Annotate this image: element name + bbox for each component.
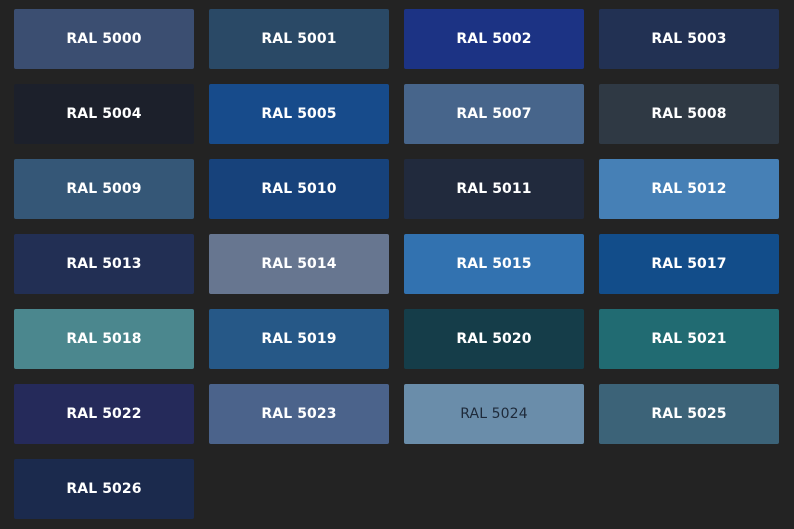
swatch-label: RAL 5019 <box>261 331 337 347</box>
color-swatch[interactable]: RAL 5015 <box>404 234 584 294</box>
swatch-label: RAL 5018 <box>66 331 142 347</box>
color-swatch[interactable]: RAL 5017 <box>599 234 779 294</box>
swatch-label: RAL 5020 <box>456 331 532 347</box>
swatch-label: RAL 5024 <box>460 406 528 422</box>
color-swatch[interactable]: RAL 5001 <box>209 9 389 69</box>
swatch-label: RAL 5013 <box>66 256 142 272</box>
swatch-label: RAL 5017 <box>651 256 727 272</box>
color-swatch[interactable]: RAL 5012 <box>599 159 779 219</box>
swatch-label: RAL 5012 <box>651 181 727 197</box>
swatch-label: RAL 5000 <box>66 31 142 47</box>
swatch-label: RAL 5015 <box>456 256 532 272</box>
color-swatch[interactable]: RAL 5002 <box>404 9 584 69</box>
swatch-label: RAL 5025 <box>651 406 727 422</box>
color-swatch[interactable]: RAL 5013 <box>14 234 194 294</box>
swatch-label: RAL 5002 <box>456 31 532 47</box>
swatch-label: RAL 5008 <box>651 106 727 122</box>
color-swatch[interactable]: RAL 5003 <box>599 9 779 69</box>
swatch-label: RAL 5005 <box>261 106 337 122</box>
color-swatch[interactable]: RAL 5008 <box>599 84 779 144</box>
color-swatch[interactable]: RAL 5022 <box>14 384 194 444</box>
color-swatch[interactable]: RAL 5011 <box>404 159 584 219</box>
swatch-label: RAL 5004 <box>66 106 142 122</box>
swatch-label: RAL 5001 <box>261 31 337 47</box>
color-swatch[interactable]: RAL 5024 <box>404 384 584 444</box>
color-swatch[interactable]: RAL 5023 <box>209 384 389 444</box>
color-swatch[interactable]: RAL 5010 <box>209 159 389 219</box>
color-swatch[interactable]: RAL 5009 <box>14 159 194 219</box>
color-swatch[interactable]: RAL 5000 <box>14 9 194 69</box>
swatch-label: RAL 5014 <box>261 256 337 272</box>
color-swatch[interactable]: RAL 5005 <box>209 84 389 144</box>
color-swatch-grid: RAL 5000 RAL 5001 RAL 5002 RAL 5003 RAL 5004… <box>14 9 779 519</box>
swatch-label: RAL 5023 <box>261 406 337 422</box>
swatch-label: RAL 5021 <box>651 331 727 347</box>
color-swatch[interactable]: RAL 5021 <box>599 309 779 369</box>
swatch-label: RAL 5011 <box>456 181 532 197</box>
swatch-label: RAL 5026 <box>66 481 142 497</box>
swatch-label: RAL 5010 <box>261 181 337 197</box>
color-swatch[interactable]: RAL 5026 <box>14 459 194 519</box>
color-swatch[interactable]: RAL 5007 <box>404 84 584 144</box>
color-swatch[interactable]: RAL 5014 <box>209 234 389 294</box>
color-swatch[interactable]: RAL 5004 <box>14 84 194 144</box>
color-swatch[interactable]: RAL 5020 <box>404 309 584 369</box>
swatch-label: RAL 5009 <box>66 181 142 197</box>
swatch-label: RAL 5022 <box>66 406 142 422</box>
swatch-label: RAL 5007 <box>456 106 532 122</box>
color-swatch[interactable]: RAL 5018 <box>14 309 194 369</box>
color-swatch[interactable]: RAL 5019 <box>209 309 389 369</box>
color-swatch[interactable]: RAL 5025 <box>599 384 779 444</box>
swatch-label: RAL 5003 <box>651 31 727 47</box>
